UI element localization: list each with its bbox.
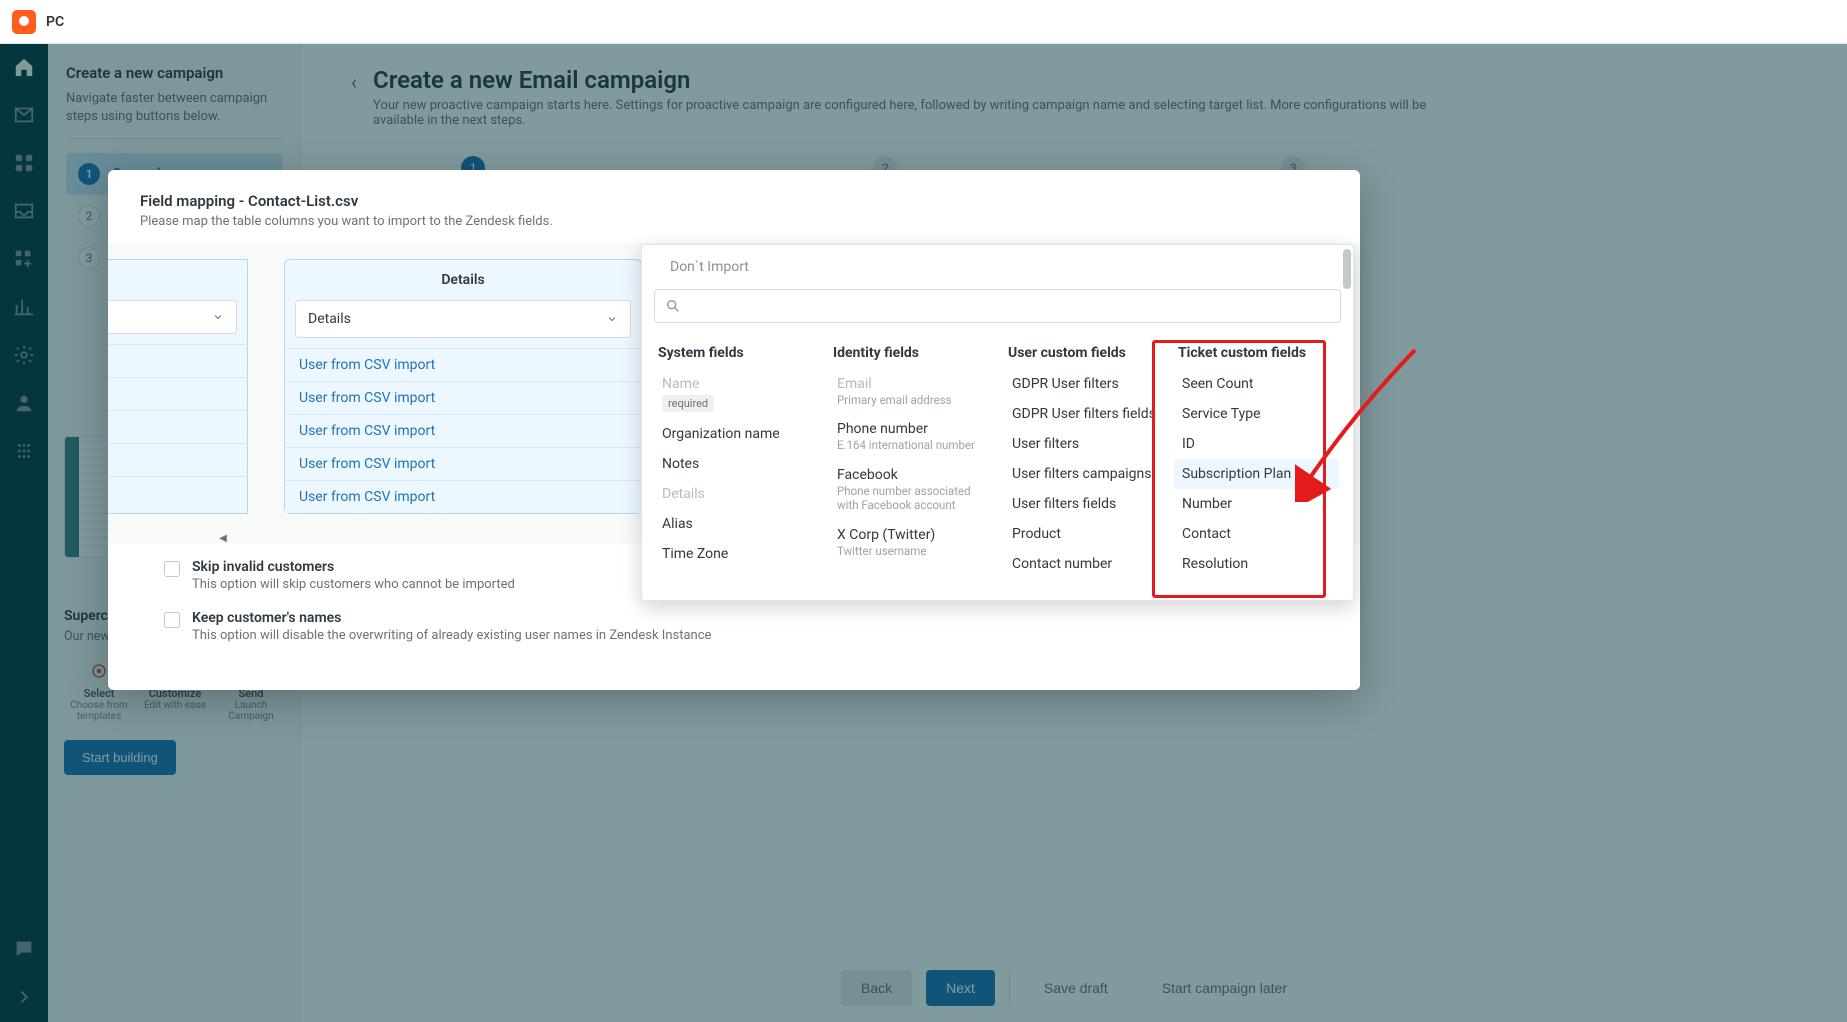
popover-search[interactable] bbox=[654, 289, 1341, 323]
scroll-left-icon[interactable]: ◀ bbox=[216, 531, 230, 543]
modal-subtitle: Please map the table columns you want to… bbox=[140, 214, 1328, 229]
col-title: Identity fields bbox=[829, 337, 994, 369]
option-keep-names[interactable]: Keep customer's names This option will d… bbox=[164, 610, 1320, 643]
field-service-type[interactable]: Service Type bbox=[1174, 399, 1339, 429]
field-subscription-plan[interactable]: Subscription Plan bbox=[1174, 459, 1339, 489]
field-alias[interactable]: Alias bbox=[654, 509, 819, 539]
field-timezone[interactable]: Time Zone bbox=[654, 539, 819, 569]
column-card bbox=[108, 259, 248, 514]
column-select[interactable] bbox=[108, 300, 237, 334]
chevron-down-icon bbox=[606, 313, 618, 325]
column-row[interactable]: User from CSV import bbox=[285, 480, 641, 513]
field-name: Name required bbox=[654, 369, 819, 419]
field-facebook[interactable]: Facebook Phone number associated with Fa… bbox=[829, 460, 994, 520]
checkbox[interactable] bbox=[164, 612, 180, 628]
chevron-down-icon bbox=[212, 311, 224, 323]
col-title: Ticket custom fields bbox=[1174, 337, 1339, 369]
field-details: Details bbox=[654, 479, 819, 509]
col-title: User custom fields bbox=[1004, 337, 1164, 369]
popover-col-system: System fields Name required Organization… bbox=[654, 337, 819, 579]
checkbox[interactable] bbox=[164, 561, 180, 577]
field-user-filters-campaigns[interactable]: User filters campaigns bbox=[1004, 459, 1164, 489]
column-header: Details bbox=[285, 260, 641, 300]
field-number[interactable]: Number bbox=[1174, 489, 1339, 519]
field-gdpr-user-filters-fields[interactable]: GDPR User filters fields bbox=[1004, 399, 1164, 429]
field-notes[interactable]: Notes bbox=[654, 449, 819, 479]
field-phone[interactable]: Phone number E.164 international number bbox=[829, 414, 994, 459]
field-contact[interactable]: Contact bbox=[1174, 519, 1339, 549]
field-id[interactable]: ID bbox=[1174, 429, 1339, 459]
popover-scrollbar[interactable] bbox=[1343, 249, 1351, 596]
field-user-filters-fields[interactable]: User filters fields bbox=[1004, 489, 1164, 519]
dont-import-option[interactable]: Don`t Import bbox=[642, 245, 1353, 289]
field-contact-number[interactable]: Contact number bbox=[1004, 549, 1164, 579]
popover-col-identity: Identity fields Email Primary email addr… bbox=[829, 337, 994, 579]
search-input[interactable] bbox=[689, 298, 1330, 314]
popover-col-ticketcustom: Ticket custom fields Seen Count Service … bbox=[1174, 337, 1339, 579]
popover-col-usercustom: User custom fields GDPR User filters GDP… bbox=[1004, 337, 1164, 579]
field-gdpr-user-filters[interactable]: GDPR User filters bbox=[1004, 369, 1164, 399]
field-organization-name[interactable]: Organization name bbox=[654, 419, 819, 449]
field-user-filters[interactable]: User filters bbox=[1004, 429, 1164, 459]
scroll-thumb[interactable] bbox=[1343, 249, 1351, 289]
modal-title: Field mapping - Contact-List.csv bbox=[140, 192, 1328, 210]
option-title: Skip invalid customers bbox=[192, 559, 515, 575]
search-icon bbox=[665, 298, 681, 314]
app-logo-icon bbox=[12, 10, 36, 34]
topbar: PC bbox=[0, 0, 1847, 44]
field-resolution[interactable]: Resolution bbox=[1174, 549, 1339, 579]
field-email: Email Primary email address bbox=[829, 369, 994, 414]
column-card-details: Details Details User from CSV import Use… bbox=[284, 259, 642, 514]
column-row[interactable]: User from CSV import bbox=[285, 414, 641, 447]
option-desc: This option will disable the overwriting… bbox=[192, 628, 711, 643]
column-row[interactable]: User from CSV import bbox=[285, 447, 641, 480]
column-row[interactable]: User from CSV import bbox=[285, 348, 641, 381]
option-desc: This option will skip customers who cann… bbox=[192, 577, 515, 592]
col-title: System fields bbox=[654, 337, 819, 369]
field-select-popover: Don`t Import System fields Name required… bbox=[641, 244, 1354, 601]
column-select-details[interactable]: Details bbox=[295, 300, 631, 338]
field-seen-count[interactable]: Seen Count bbox=[1174, 369, 1339, 399]
option-title: Keep customer's names bbox=[192, 610, 711, 626]
app-title: PC bbox=[46, 14, 64, 30]
field-twitter[interactable]: X Corp (Twitter) Twitter username bbox=[829, 520, 994, 565]
field-product[interactable]: Product bbox=[1004, 519, 1164, 549]
column-row[interactable]: User from CSV import bbox=[285, 381, 641, 414]
